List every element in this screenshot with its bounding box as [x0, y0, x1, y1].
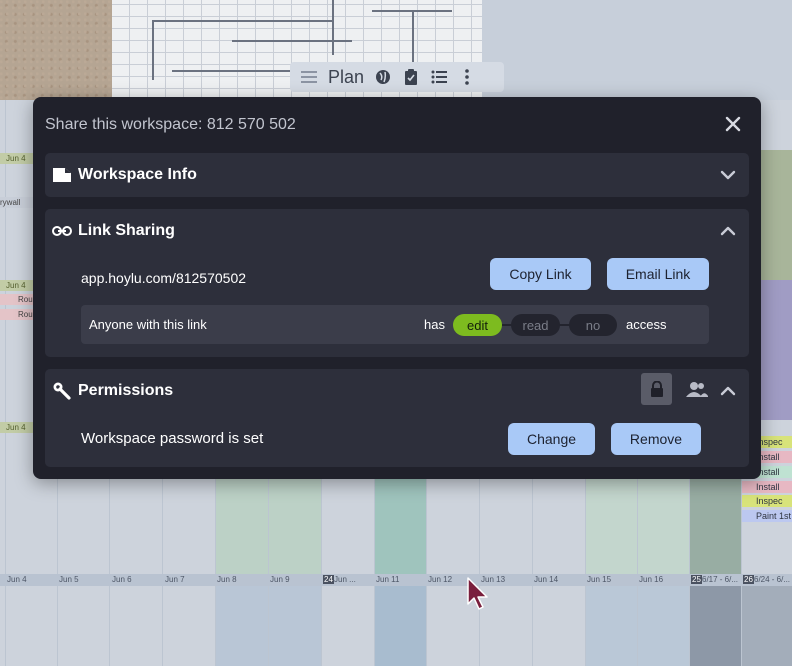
- access-label: Anyone with this link: [89, 317, 207, 332]
- chevron-down-icon[interactable]: [719, 166, 737, 184]
- calendar-date-row: Jun 4 Jun 5 Jun 6 Jun 7 Jun 8 Jun 9 24 J…: [0, 574, 792, 586]
- permissions-header[interactable]: Permissions: [45, 369, 749, 413]
- calendar-band: [761, 280, 792, 420]
- permission-no-option[interactable]: no: [569, 314, 617, 336]
- wrench-icon: [52, 381, 72, 401]
- chevron-up-icon[interactable]: [719, 222, 737, 240]
- mouse-cursor-icon: [467, 577, 488, 610]
- calendar-band: [689, 586, 741, 666]
- canvas-empty-area: [482, 0, 792, 100]
- date-label: Jun 6: [112, 575, 132, 584]
- permissions-section: Permissions Workspace password is set Ch…: [45, 369, 749, 467]
- date-label: Jun 8: [217, 575, 237, 584]
- task-chip-inspect[interactable]: Inspec: [742, 495, 792, 507]
- calendar-band: [761, 150, 792, 280]
- calendar-band: [689, 478, 741, 574]
- drag-handle-icon[interactable]: [300, 68, 318, 86]
- link-access-row: Anyone with this link has edit read no a…: [81, 305, 709, 344]
- calendar-date-label: Jun 4: [0, 153, 33, 164]
- more-vertical-icon[interactable]: [458, 68, 476, 86]
- change-password-button[interactable]: Change: [508, 423, 595, 455]
- access-suffix-label: access: [626, 317, 667, 332]
- date-label: 6/24 - 6/...: [754, 575, 791, 584]
- calendar-band: [374, 586, 426, 666]
- calendar-band: [741, 586, 792, 666]
- list-icon[interactable]: [430, 68, 448, 86]
- task-chip-install[interactable]: Install: [742, 481, 792, 493]
- copy-link-button[interactable]: Copy Link: [490, 258, 591, 290]
- date-label: Jun 4: [7, 575, 27, 584]
- globe-icon[interactable]: [374, 68, 392, 86]
- date-label: Jun 12: [428, 575, 453, 584]
- section-title: Link Sharing: [78, 222, 175, 239]
- link-sharing-header[interactable]: Link Sharing: [45, 209, 749, 253]
- link-sharing-section: Link Sharing app.hoylu.com/812570502 Cop…: [45, 209, 749, 357]
- permission-edit-option[interactable]: edit: [453, 314, 502, 336]
- link-icon: [52, 221, 72, 241]
- date-label: Jun 9: [270, 575, 290, 584]
- section-title: Permissions: [78, 382, 174, 399]
- workspace-info-section: Workspace Info: [45, 153, 749, 197]
- task-chip-rough[interactable]: Rou: [0, 309, 33, 320]
- password-lock-toggle[interactable]: [641, 373, 672, 405]
- share-workspace-dialog: Share this workspace: 812 570 502 Worksp…: [33, 97, 761, 479]
- date-label: Jun 11: [376, 575, 400, 584]
- task-chip-paint[interactable]: Paint 1st: [742, 510, 792, 522]
- clipboard-check-icon[interactable]: [402, 68, 420, 86]
- email-link-button[interactable]: Email Link: [607, 258, 709, 290]
- calendar-band: [374, 478, 426, 574]
- date-label: Jun 5: [59, 575, 79, 584]
- plan-label[interactable]: Plan: [328, 67, 364, 88]
- share-link-url[interactable]: app.hoylu.com/812570502: [81, 270, 246, 286]
- corkboard-texture: [0, 0, 112, 100]
- users-icon: [685, 382, 708, 397]
- date-label: Jun 14: [534, 575, 559, 584]
- week-badge: 25: [691, 575, 702, 584]
- date-label: Jun 16: [639, 575, 664, 584]
- permission-read-option[interactable]: read: [511, 314, 560, 336]
- close-icon: [725, 116, 741, 132]
- task-chip-drywall[interactable]: rywall: [0, 197, 33, 208]
- calendar-date-label: Jun 4: [0, 280, 33, 291]
- lock-icon: [650, 381, 663, 397]
- dialog-title: Share this workspace: 812 570 502: [45, 116, 296, 133]
- date-label: Jun 15: [587, 575, 612, 584]
- document-icon: [52, 165, 72, 185]
- floating-toolbar: Plan: [290, 62, 504, 92]
- date-label: 6/17 - 6/...: [702, 575, 739, 584]
- week-badge: 24: [323, 575, 334, 584]
- week-badge: 26: [743, 575, 754, 584]
- password-status: Workspace password is set: [81, 430, 264, 447]
- task-chip-rough[interactable]: Rou: [0, 294, 33, 305]
- has-label: has: [424, 317, 445, 332]
- calendar-date-label: Jun 4: [0, 422, 33, 433]
- workspace-info-header[interactable]: Workspace Info: [45, 153, 749, 197]
- date-label: Jun ...: [334, 575, 356, 584]
- chevron-up-icon[interactable]: [719, 382, 737, 400]
- section-title: Workspace Info: [78, 166, 197, 183]
- date-label: Jun 7: [165, 575, 185, 584]
- close-button[interactable]: [723, 114, 743, 134]
- user-permissions-toggle[interactable]: [681, 373, 712, 405]
- remove-password-button[interactable]: Remove: [611, 423, 701, 455]
